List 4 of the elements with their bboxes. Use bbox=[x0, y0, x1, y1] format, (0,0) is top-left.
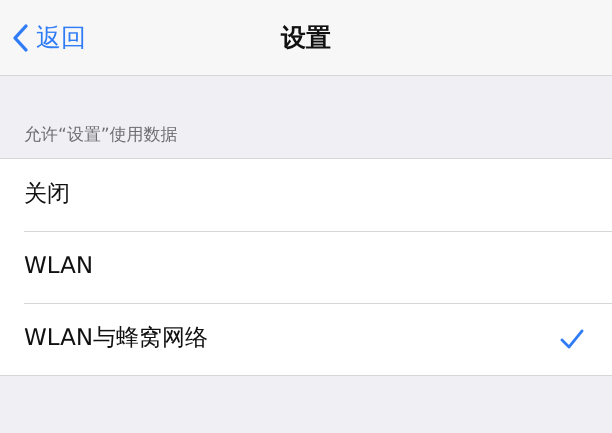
back-button[interactable]: 返回 bbox=[0, 0, 86, 76]
back-chevron-icon bbox=[12, 24, 28, 52]
screen-title: 设置 bbox=[281, 22, 331, 52]
section-header: 允许“设置”使用数据 bbox=[23, 124, 179, 147]
